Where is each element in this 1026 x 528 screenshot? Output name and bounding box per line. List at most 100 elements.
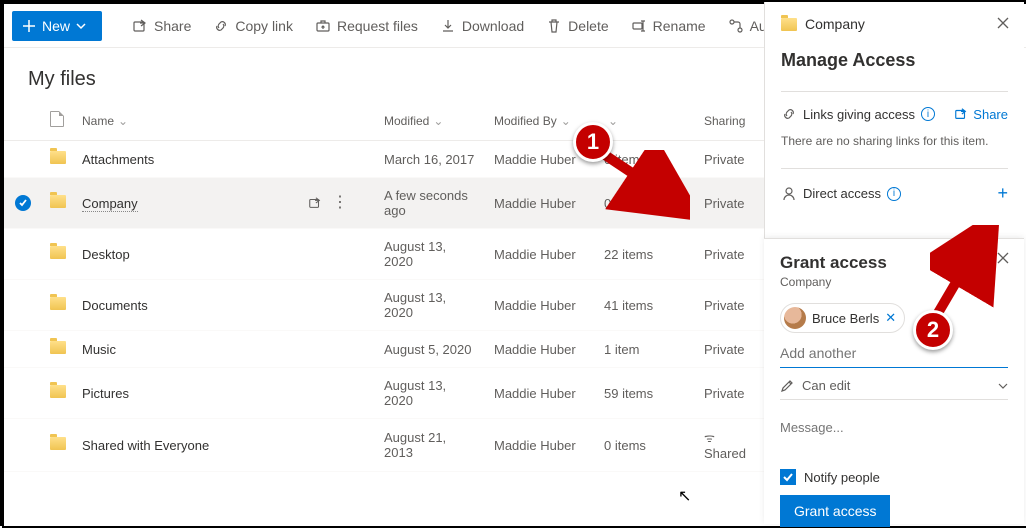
row-modified: March 16, 2017 xyxy=(376,141,486,178)
folder-icon xyxy=(50,195,66,208)
row-modified: August 13, 2020 xyxy=(376,280,486,331)
arrow-2 xyxy=(930,225,1000,320)
info-icon[interactable]: i xyxy=(887,187,901,201)
rename-icon xyxy=(631,18,647,34)
rename-button[interactable]: Rename xyxy=(623,11,714,41)
row-modified-by: Maddie Huber xyxy=(486,229,596,280)
share-label: Share xyxy=(154,18,191,34)
chevron-down-icon xyxy=(76,21,86,31)
annotation-1: 1 xyxy=(573,122,613,162)
pencil-icon xyxy=(780,379,794,393)
row-modified: August 13, 2020 xyxy=(376,368,486,419)
row-name[interactable]: Shared with Everyone xyxy=(74,419,376,472)
person-name: Bruce Berls xyxy=(812,311,879,326)
row-modified-by: Maddie Huber xyxy=(486,419,596,472)
row-sharing: Private xyxy=(696,229,766,280)
message-input[interactable] xyxy=(780,414,1008,441)
notify-label: Notify people xyxy=(804,470,880,485)
row-name[interactable]: Pictures xyxy=(74,368,376,419)
delete-button[interactable]: Delete xyxy=(538,11,616,41)
permission-selector[interactable]: Can edit xyxy=(780,372,1008,400)
table-row[interactable]: DesktopAugust 13, 2020Maddie Huber22 ite… xyxy=(4,229,766,280)
table-row[interactable]: MusicAugust 5, 2020Maddie Huber1 itemPri… xyxy=(4,331,766,368)
folder-icon xyxy=(50,297,66,310)
rename-label: Rename xyxy=(653,18,706,34)
row-name[interactable]: Documents xyxy=(74,280,376,331)
row-name[interactable]: Music xyxy=(74,331,376,368)
notify-checkbox[interactable] xyxy=(780,469,796,485)
folder-icon xyxy=(50,151,66,164)
new-label: New xyxy=(42,18,70,34)
person-chip[interactable]: Bruce Berls ✕ xyxy=(780,303,905,333)
col-name[interactable]: Name⌄ xyxy=(74,101,376,141)
folder-icon xyxy=(50,246,66,259)
share-button[interactable]: Share xyxy=(124,11,199,41)
add-person-input[interactable] xyxy=(780,339,1008,368)
row-modified: August 21, 2013 xyxy=(376,419,486,472)
link-icon xyxy=(213,18,229,34)
annotation-2: 2 xyxy=(913,310,953,350)
request-files-button[interactable]: Request files xyxy=(307,11,426,41)
chevron-down-icon xyxy=(998,381,1008,391)
row-modified: August 5, 2020 xyxy=(376,331,486,368)
table-row[interactable]: Shared with EveryoneAugust 21, 2013Maddi… xyxy=(4,419,766,472)
request-icon xyxy=(315,18,331,34)
row-items: 0 items xyxy=(596,419,696,472)
cursor-icon: ↖ xyxy=(678,486,691,506)
row-name[interactable]: Attachments xyxy=(74,141,376,178)
row-modified: August 13, 2020 xyxy=(376,229,486,280)
download-button[interactable]: Download xyxy=(432,11,532,41)
row-sharing: ᯤ Shared xyxy=(696,419,766,472)
col-sharing[interactable]: Sharing xyxy=(696,101,766,141)
file-type-icon[interactable] xyxy=(50,111,64,127)
selected-check-icon[interactable] xyxy=(15,195,31,211)
links-heading: Links giving access xyxy=(803,107,915,122)
folder-icon xyxy=(50,385,66,398)
check-icon xyxy=(782,471,794,483)
info-icon[interactable]: i xyxy=(921,107,935,121)
add-direct-access-button[interactable]: + xyxy=(997,183,1008,204)
row-modified-by: Maddie Huber xyxy=(486,280,596,331)
new-button[interactable]: New xyxy=(12,11,102,41)
row-modified: A few seconds ago xyxy=(376,178,486,229)
row-modified-by: Maddie Huber xyxy=(486,368,596,419)
direct-access-heading: Direct access xyxy=(803,186,881,201)
panel-title: Manage Access xyxy=(781,50,1008,71)
row-sharing: Private xyxy=(696,280,766,331)
row-items: 41 items xyxy=(596,280,696,331)
arrow-1 xyxy=(600,150,690,220)
row-sharing: Private xyxy=(696,178,766,229)
row-items: 1 item xyxy=(596,331,696,368)
share-icon xyxy=(132,18,148,34)
row-sharing: Private xyxy=(696,368,766,419)
plus-icon xyxy=(22,19,36,33)
row-name[interactable]: Company⋮ xyxy=(74,178,376,229)
row-modified-by: Maddie Huber xyxy=(486,331,596,368)
download-label: Download xyxy=(462,18,524,34)
close-panel-button[interactable] xyxy=(996,16,1010,33)
grant-access-button[interactable]: Grant access xyxy=(780,495,890,527)
share-icon[interactable] xyxy=(308,196,322,210)
flow-icon xyxy=(728,18,744,34)
share-icon xyxy=(954,107,968,121)
col-modified[interactable]: Modified⌄ xyxy=(376,101,486,141)
panel-share-button[interactable]: Share xyxy=(954,107,1008,122)
row-more-button[interactable]: ⋮ xyxy=(332,198,348,208)
row-sharing: Private xyxy=(696,331,766,368)
person-icon xyxy=(781,186,797,202)
request-files-label: Request files xyxy=(337,18,418,34)
row-name[interactable]: Desktop xyxy=(74,229,376,280)
trash-icon xyxy=(546,18,562,34)
copy-link-button[interactable]: Copy link xyxy=(205,11,301,41)
permission-label: Can edit xyxy=(802,378,850,393)
copy-link-label: Copy link xyxy=(235,18,293,34)
table-row[interactable]: DocumentsAugust 13, 2020Maddie Huber41 i… xyxy=(4,280,766,331)
folder-icon xyxy=(50,341,66,354)
table-row[interactable]: PicturesAugust 13, 2020Maddie Huber59 it… xyxy=(4,368,766,419)
remove-person-button[interactable]: ✕ xyxy=(885,310,896,326)
delete-label: Delete xyxy=(568,18,608,34)
row-sharing: Private xyxy=(696,141,766,178)
avatar xyxy=(784,307,806,329)
row-items: 59 items xyxy=(596,368,696,419)
row-items: 22 items xyxy=(596,229,696,280)
